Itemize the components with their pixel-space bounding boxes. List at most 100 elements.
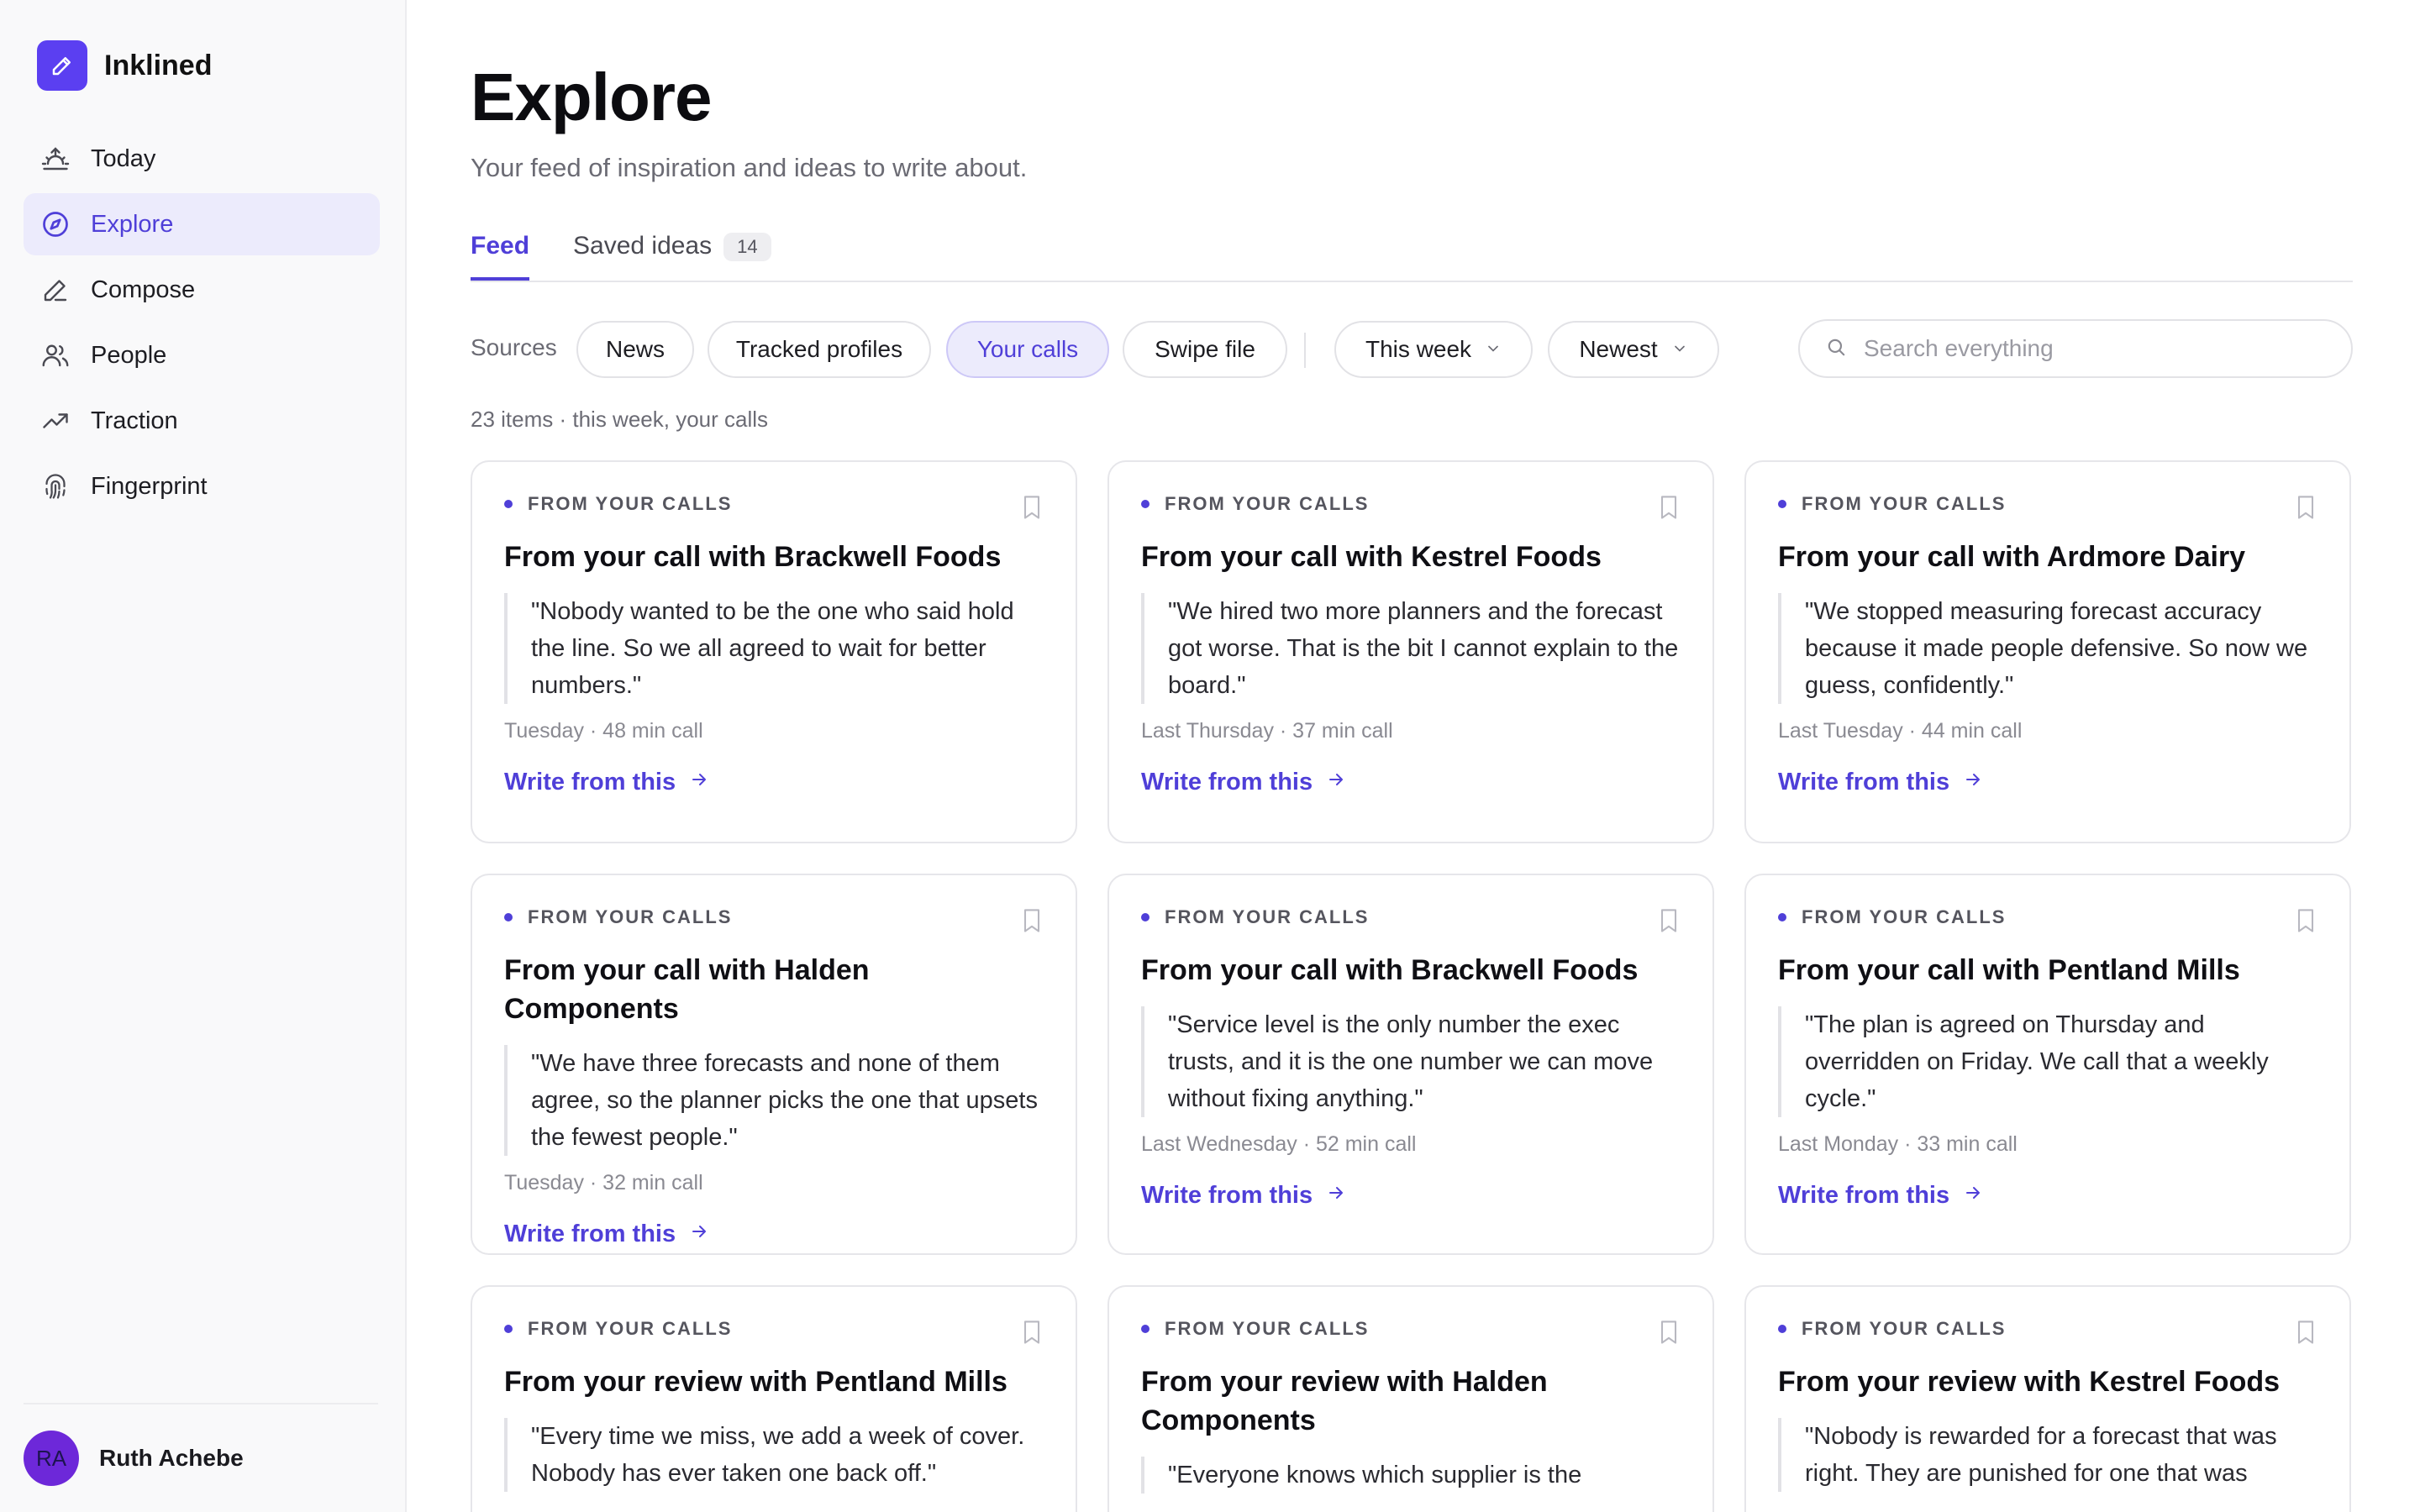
sidebar-item-label: Fingerprint [91,472,208,500]
card-title: From your review with Pentland Mills [504,1366,1007,1398]
chip-label: Tracked profiles [735,336,903,362]
avatar: RA [24,1431,79,1486]
page-subtitle: Your feed of inspiration and ideas to wr… [471,153,1028,182]
arrow-right-icon [1313,769,1346,796]
sidebar-item-today[interactable]: Today [24,128,380,190]
arrow-right-icon [676,769,709,796]
sources-label: Sources [471,334,557,360]
bookmark-icon[interactable] [1657,1319,1681,1350]
card-eyebrow-text: FROM YOUR CALLS [528,906,733,927]
brand[interactable]: Inklined [37,40,212,91]
sidebar-item-traction[interactable]: Traction [24,390,380,452]
idea-card[interactable]: FROM YOUR CALLS From your call with Hald… [471,874,1077,1255]
user-profile[interactable]: RA Ruth Achebe [24,1403,378,1512]
source-dot-icon [1141,1325,1150,1333]
write-from-this-link[interactable]: Write from this [504,1221,709,1248]
arrow-right-icon [676,1221,709,1248]
sort-dropdown[interactable]: Newest [1548,321,1719,378]
idea-card[interactable]: FROM YOUR CALLS From your call with Brac… [1107,874,1714,1255]
card-meta: Last Wednesday · 52 min call [1141,1132,1417,1156]
cta-label: Write from this [1778,1182,1950,1209]
card-quote: "The plan is agreed on Thursday and over… [1778,1006,2317,1117]
card-meta: Tuesday · 48 min call [504,719,703,743]
sidebar-item-label: Traction [91,407,178,434]
idea-card[interactable]: FROM YOUR CALLS From your review with Ha… [1107,1285,1714,1512]
source-dot-icon [1778,500,1786,508]
sidebar-item-fingerprint[interactable]: Fingerprint [24,455,380,517]
bookmark-icon[interactable] [1657,907,1681,938]
bookmark-icon[interactable] [1020,494,1044,525]
card-eyebrow-text: FROM YOUR CALLS [1802,906,2007,927]
compass-icon [40,209,71,239]
fingerprint-icon [40,471,71,501]
card-title: From your review with Kestrel Foods [1778,1366,2281,1398]
idea-card[interactable]: FROM YOUR CALLS From your call with Pent… [1744,874,2351,1255]
source-chip-your-calls[interactable]: Your calls [946,321,1109,378]
card-meta: Tuesday · 32 min call [504,1171,703,1194]
bookmark-icon[interactable] [1020,1319,1044,1350]
idea-card[interactable]: FROM YOUR CALLS From your review with Pe… [471,1285,1077,1512]
card-quote: "Nobody is rewarded for a forecast that … [1778,1418,2317,1492]
sidebar-item-label: Today [91,144,156,172]
search-input[interactable] [1864,335,2334,362]
results-summary: 23 items · this week, your calls [471,407,769,432]
chip-label: News [605,336,665,362]
source-chip-tracked-profiles[interactable]: Tracked profiles [708,321,931,378]
card-title: From your call with Halden Components [504,954,870,1025]
sidebar-item-compose[interactable]: Compose [24,259,380,321]
tab-label: Saved ideas [573,232,713,260]
card-quote: "Every time we miss, we add a week of co… [504,1418,1044,1492]
idea-card[interactable]: FROM YOUR CALLS From your review with Ke… [1744,1285,2351,1512]
card-eyebrow-text: FROM YOUR CALLS [1165,906,1370,927]
dropdown-label: This week [1365,336,1472,362]
search-box[interactable] [1798,319,2353,378]
chip-label: Your calls [976,336,1079,362]
write-from-this-link[interactable]: Write from this [1141,769,1346,796]
card-title: From your call with Brackwell Foods [504,541,1002,573]
cta-label: Write from this [1141,1182,1313,1209]
bookmark-icon[interactable] [1657,494,1681,525]
bookmark-icon[interactable] [2294,1319,2317,1350]
card-meta: Last Tuesday · 44 min call [1778,719,2023,743]
write-from-this-link[interactable]: Write from this [1141,1182,1346,1210]
source-dot-icon [1778,1325,1786,1333]
card-quote: "Everyone knows which supplier is the [1141,1457,1681,1494]
write-from-this-link[interactable]: Write from this [1778,769,1983,796]
idea-card[interactable]: FROM YOUR CALLS From your call with Brac… [471,460,1077,843]
write-from-this-link[interactable]: Write from this [504,769,709,796]
time-range-dropdown[interactable]: This week [1334,321,1533,378]
card-source-label: FROM YOUR CALLS [504,493,1044,514]
card-source-label: FROM YOUR CALLS [1778,1318,2317,1339]
source-chip-news[interactable]: News [576,321,694,378]
card-eyebrow-text: FROM YOUR CALLS [1802,493,2007,514]
tab-label: Feed [471,232,530,260]
brand-logo-icon [37,40,87,91]
source-dot-icon [504,500,513,508]
dropdown-label: Newest [1579,336,1658,362]
source-dot-icon [1141,913,1150,921]
arrow-right-icon [1313,1182,1346,1210]
users-icon [40,340,71,370]
sidebar-item-explore[interactable]: Explore [24,193,380,255]
tab-feed[interactable]: Feed [471,232,530,281]
card-source-label: FROM YOUR CALLS [1141,906,1681,927]
pencil-icon [40,275,71,305]
arrow-right-icon [1949,769,1983,796]
card-source-label: FROM YOUR CALLS [1141,493,1681,514]
card-title: From your call with Brackwell Foods [1141,954,1639,986]
idea-card[interactable]: FROM YOUR CALLS From your call with Ardm… [1744,460,2351,843]
write-from-this-link[interactable]: Write from this [1778,1182,1983,1210]
bookmark-icon[interactable] [2294,494,2317,525]
sidebar-item-people[interactable]: People [24,324,380,386]
card-source-label: FROM YOUR CALLS [1778,906,2317,927]
card-title: From your call with Kestrel Foods [1141,541,1602,573]
card-quote: "Service level is the only number the ex… [1141,1006,1681,1117]
cta-label: Write from this [504,1221,676,1247]
bookmark-icon[interactable] [2294,907,2317,938]
card-title: From your call with Ardmore Dairy [1778,541,2246,573]
tab-saved-ideas[interactable]: Saved ideas 14 [573,232,771,281]
source-chip-swipe-file[interactable]: Swipe file [1123,321,1287,378]
bookmark-icon[interactable] [1020,907,1044,938]
idea-card[interactable]: FROM YOUR CALLS From your call with Kest… [1107,460,1714,843]
chevron-down-icon [1485,336,1502,363]
